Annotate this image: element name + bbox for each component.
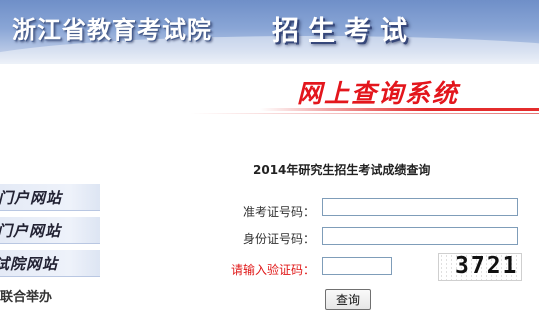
department-name: 招生考试 [272,16,416,47]
nav-link-exam-institute[interactable]: 试院网站 [0,249,100,277]
organization-name: 浙江省教育考试院 [12,16,212,44]
nav-link-portal-2[interactable]: 门户网站 [0,216,100,244]
query-button[interactable]: 查询 [325,289,371,310]
nav-link-label: 门户网站 [0,222,62,240]
nav-link-label: 门户网站 [0,189,63,207]
system-title: 网上查询系统 [297,79,460,108]
captcha-label: 请输入验证码： [230,263,315,277]
id-number-input[interactable] [322,227,518,245]
nav-link-portal-1[interactable]: 门户网站 [0,183,100,211]
form-title: 2014年研究生招生考试成绩查询 [253,163,431,177]
captcha-image-text: 3721 [455,253,519,279]
id-number-label: 身份证号码： [242,232,315,246]
captcha-image[interactable]: 3721 [438,253,522,281]
title-underline [260,108,539,111]
exam-number-input[interactable] [322,198,518,216]
exam-number-label: 准考证号码： [242,205,315,219]
title-underline-thin [190,113,539,114]
nav-link-label: 试院网站 [0,255,59,273]
header-banner: 浙江省教育考试院 招生考试 [0,0,539,64]
captcha-input[interactable] [322,257,392,275]
nav-footer-text: 联合举办 [0,290,53,305]
